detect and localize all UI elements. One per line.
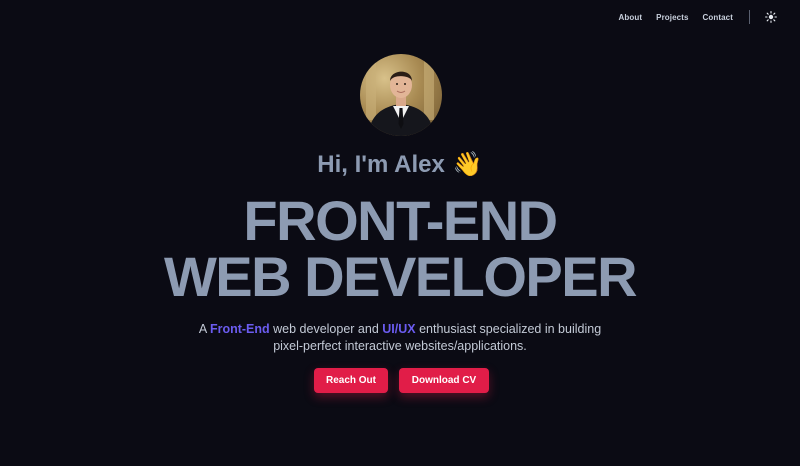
description-text: A <box>198 322 210 336</box>
hero-description: A Front-End web developer and UI/UX enth… <box>0 321 800 355</box>
highlight-front-end: Front-End <box>209 322 270 336</box>
headline-line-1: FRONT-END <box>243 189 558 252</box>
page-title: FRONT-END WEB DEVELOPER <box>0 193 800 305</box>
sun-icon[interactable] <box>764 10 778 24</box>
page: About Projects Contact Hi, I'm Alex 👋 FR… <box>0 0 800 466</box>
description-line-2: pixel-perfect interactive websites/appli… <box>273 339 527 353</box>
headline-line-2: WEB DEVELOPER <box>163 245 638 308</box>
download-cv-button[interactable]: Download CV <box>399 368 489 393</box>
profile-photo <box>366 60 434 136</box>
top-nav: About Projects Contact <box>619 0 800 34</box>
highlight-ui-ux: UI/UX <box>382 322 416 336</box>
nav-divider <box>749 10 750 24</box>
reach-out-button[interactable]: Reach Out <box>314 368 388 393</box>
description-line-1: A Front-End web developer and UI/UX enth… <box>0 321 800 338</box>
nav-link-about[interactable]: About <box>619 13 643 22</box>
greeting-text: Hi, I'm Alex <box>317 151 445 178</box>
description-text: web developer and <box>269 322 383 336</box>
nav-link-contact[interactable]: Contact <box>703 13 733 22</box>
avatar <box>360 54 442 136</box>
greeting: Hi, I'm Alex 👋 <box>0 150 800 179</box>
wave-icon: 👋 <box>452 151 483 178</box>
nav-link-projects[interactable]: Projects <box>656 13 688 22</box>
description-text: enthusiast specialized in building <box>415 322 602 336</box>
